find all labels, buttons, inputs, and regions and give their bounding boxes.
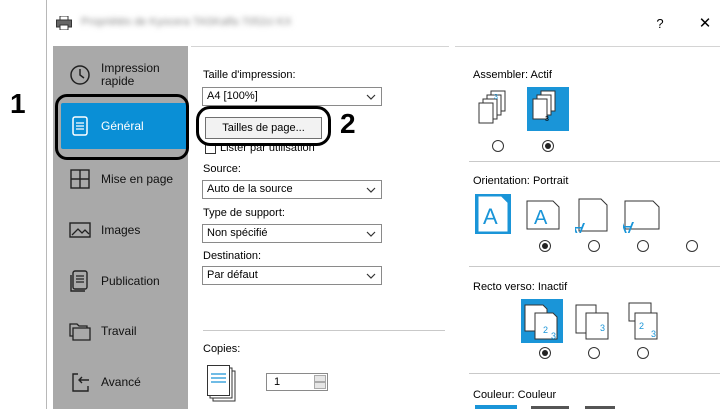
svg-text:3: 3	[494, 94, 498, 101]
general-settings-panel: Taille d'impression: A4 [100%] Tailles d…	[191, 46, 449, 409]
color-group-title: Couleur: Couleur	[473, 389, 557, 401]
svg-text:A: A	[575, 218, 585, 233]
source-select[interactable]: Auto de la source	[202, 180, 382, 199]
svg-text:3: 3	[551, 331, 556, 341]
sidebar-item-publication[interactable]: Publication	[61, 258, 188, 304]
window-title: Propriétés de Kyocera TASKalfa 7052ci KX	[81, 16, 292, 28]
duplex-short-edge-radio[interactable]	[637, 347, 649, 359]
printer-properties-window: Propriétés de Kyocera TASKalfa 7052ci KX…	[46, 0, 720, 409]
options-panel: Assembler: Actif 3 3 Orientation: Portra…	[455, 46, 720, 409]
sidebar-item-label: Images	[101, 222, 141, 237]
copies-increment-button[interactable]	[314, 375, 326, 382]
duplex-long-edge-radio[interactable]	[588, 347, 600, 359]
chevron-down-icon	[366, 273, 376, 279]
collate-on-radio[interactable]	[542, 140, 554, 152]
duplex-long-edge-icon[interactable]: 3	[572, 299, 614, 343]
orientation-landscape-radio[interactable]	[588, 240, 600, 252]
close-button[interactable]: ✕	[695, 14, 715, 34]
image-icon	[69, 222, 91, 238]
sidebar-item-label: Impression rapide	[101, 61, 160, 88]
printer-icon	[56, 16, 72, 30]
media-type-select[interactable]: Non spécifié	[202, 224, 382, 243]
section-divider	[469, 373, 720, 374]
layout-grid-icon	[70, 169, 90, 189]
copies-label: Copies:	[203, 343, 241, 355]
list-by-use-checkbox[interactable]	[205, 145, 216, 154]
folders-icon	[69, 323, 91, 341]
copies-decrement-button[interactable]	[314, 382, 326, 389]
list-by-use-label: Lister par utilisation	[220, 145, 315, 154]
svg-text:2: 2	[543, 325, 548, 335]
orientation-portrait-icon[interactable]: A	[475, 194, 511, 234]
callout-page-sizes-button	[196, 106, 331, 146]
collate-on-icon[interactable]: 3	[527, 87, 569, 131]
orientation-rotated-landscape-icon[interactable]: A	[623, 197, 663, 233]
svg-text:2: 2	[639, 321, 644, 331]
list-by-use-checkbox-row[interactable]: Lister par utilisation	[205, 145, 315, 157]
svg-text:A: A	[623, 217, 634, 233]
source-label: Source:	[203, 163, 241, 175]
orientation-rotated-portrait-icon[interactable]: A	[575, 197, 611, 233]
svg-text:3: 3	[600, 323, 605, 333]
media-type-label: Type de support:	[203, 207, 285, 219]
svg-text:3: 3	[651, 329, 656, 339]
sidebar-item-job[interactable]: Travail	[61, 308, 188, 354]
orientation-group-title: Orientation: Portrait	[473, 175, 569, 187]
sidebar-item-label: Mise en page	[101, 171, 174, 186]
orientation-rotated-landscape-radio[interactable]	[686, 240, 698, 252]
section-divider	[203, 330, 445, 331]
sidebar-item-layout[interactable]: Mise en page	[61, 156, 188, 202]
sidebar-item-advanced[interactable]: Avancé	[61, 359, 188, 405]
sidebar-item-label: Travail	[101, 323, 137, 338]
print-size-select[interactable]: A4 [100%]	[202, 87, 382, 106]
duplex-short-edge-icon[interactable]: 2 3	[621, 299, 663, 343]
print-size-label: Taille d'impression:	[203, 69, 296, 81]
title-bar: Propriétés de Kyocera TASKalfa 7052ci KX…	[47, 0, 720, 44]
copies-stepper[interactable]: 1	[266, 373, 328, 391]
sidebar-item-label: Avancé	[101, 374, 141, 389]
svg-text:A: A	[483, 204, 498, 229]
duplex-group-title: Recto verso: Inactif	[473, 281, 568, 293]
collate-off-radio[interactable]	[492, 140, 504, 152]
clock-icon	[70, 65, 90, 85]
copies-value: 1	[274, 376, 281, 388]
callout-general-tab	[55, 94, 189, 160]
sidebar-item-images[interactable]: Images	[61, 207, 188, 253]
svg-text:3: 3	[545, 116, 549, 123]
orientation-portrait-radio[interactable]	[539, 240, 551, 252]
svg-text:A: A	[534, 207, 548, 229]
sidebar-item-label: Publication	[101, 273, 160, 288]
help-button[interactable]: ?	[650, 14, 670, 34]
step-number-2: 2	[340, 108, 356, 139]
booklet-icon	[70, 270, 88, 292]
collate-group-title: Assembler: Actif	[473, 69, 552, 81]
section-divider	[469, 266, 720, 267]
arrow-in-icon	[72, 373, 89, 392]
destination-label: Destination:	[203, 250, 262, 262]
sidebar-item-quick-print[interactable]: Impression rapide	[61, 52, 188, 98]
chevron-down-icon	[366, 94, 376, 100]
step-number-1: 1	[10, 88, 26, 119]
orientation-landscape-icon[interactable]: A	[525, 197, 561, 233]
duplex-off-radio[interactable]	[539, 347, 551, 359]
collate-off-icon[interactable]: 3	[477, 87, 519, 131]
duplex-off-icon[interactable]: 2 3	[521, 299, 563, 343]
chevron-down-icon	[366, 187, 376, 193]
chevron-down-icon	[366, 231, 376, 237]
orientation-rotated-portrait-radio[interactable]	[637, 240, 649, 252]
destination-select[interactable]: Par défaut	[202, 266, 382, 285]
copies-stack-icon	[207, 365, 236, 402]
color-option-icon[interactable]	[475, 405, 517, 409]
section-divider	[469, 161, 720, 162]
